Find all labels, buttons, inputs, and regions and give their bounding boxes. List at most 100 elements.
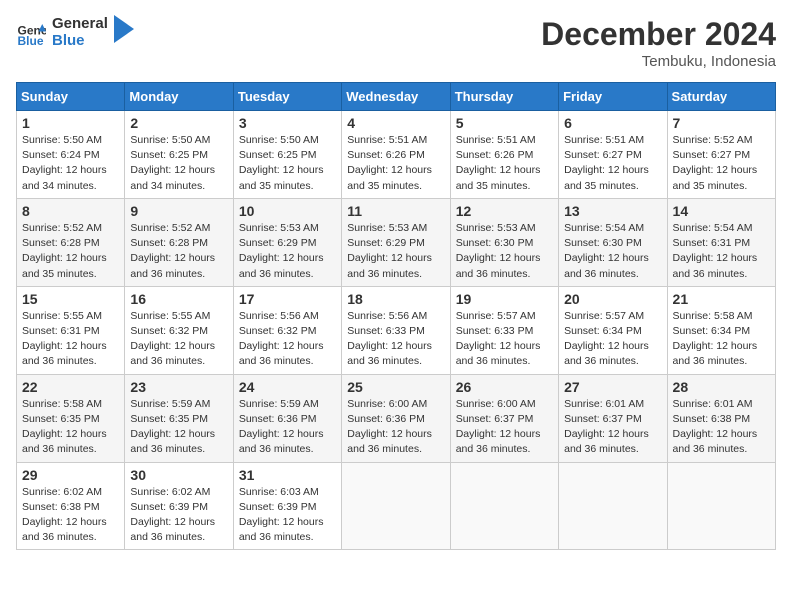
sunrise-label: Sunrise: 5:50 AM <box>130 134 210 146</box>
day-cell-17: 17 Sunrise: 5:56 AM Sunset: 6:32 PM Dayl… <box>233 286 341 374</box>
empty-cell <box>342 462 450 550</box>
day-cell-12: 12 Sunrise: 5:53 AM Sunset: 6:30 PM Dayl… <box>450 198 558 286</box>
sunrise-label: Sunrise: 5:59 AM <box>130 398 210 410</box>
sunrise-label: Sunrise: 5:52 AM <box>22 222 102 234</box>
sunrise-label: Sunrise: 5:56 AM <box>347 310 427 322</box>
daylight-label: Daylight: 12 hours and 36 minutes. <box>239 252 324 279</box>
svg-text:Blue: Blue <box>18 34 44 48</box>
day-content: Sunrise: 6:01 AM Sunset: 6:37 PM Dayligh… <box>564 397 661 458</box>
day-cell-10: 10 Sunrise: 5:53 AM Sunset: 6:29 PM Dayl… <box>233 198 341 286</box>
sunrise-label: Sunrise: 5:58 AM <box>673 310 753 322</box>
day-content: Sunrise: 5:56 AM Sunset: 6:33 PM Dayligh… <box>347 309 444 370</box>
day-content: Sunrise: 5:51 AM Sunset: 6:26 PM Dayligh… <box>456 133 553 194</box>
sunrise-label: Sunrise: 6:03 AM <box>239 486 319 498</box>
day-cell-4: 4 Sunrise: 5:51 AM Sunset: 6:26 PM Dayli… <box>342 111 450 199</box>
sunrise-label: Sunrise: 5:58 AM <box>22 398 102 410</box>
day-content: Sunrise: 5:59 AM Sunset: 6:35 PM Dayligh… <box>130 397 227 458</box>
day-content: Sunrise: 5:53 AM Sunset: 6:29 PM Dayligh… <box>239 221 336 282</box>
day-content: Sunrise: 6:01 AM Sunset: 6:38 PM Dayligh… <box>673 397 770 458</box>
day-cell-22: 22 Sunrise: 5:58 AM Sunset: 6:35 PM Dayl… <box>17 374 125 462</box>
day-cell-9: 9 Sunrise: 5:52 AM Sunset: 6:28 PM Dayli… <box>125 198 233 286</box>
day-cell-13: 13 Sunrise: 5:54 AM Sunset: 6:30 PM Dayl… <box>559 198 667 286</box>
day-cell-1: 1 Sunrise: 5:50 AM Sunset: 6:24 PM Dayli… <box>17 111 125 199</box>
day-number: 2 <box>130 115 227 131</box>
day-cell-24: 24 Sunrise: 5:59 AM Sunset: 6:36 PM Dayl… <box>233 374 341 462</box>
day-number: 20 <box>564 291 661 307</box>
sunrise-label: Sunrise: 5:54 AM <box>673 222 753 234</box>
sunset-label: Sunset: 6:26 PM <box>347 149 425 161</box>
daylight-label: Daylight: 12 hours and 36 minutes. <box>347 252 432 279</box>
sunrise-label: Sunrise: 5:52 AM <box>130 222 210 234</box>
day-cell-6: 6 Sunrise: 5:51 AM Sunset: 6:27 PM Dayli… <box>559 111 667 199</box>
daylight-label: Daylight: 12 hours and 36 minutes. <box>673 252 758 279</box>
sunset-label: Sunset: 6:27 PM <box>673 149 751 161</box>
day-content: Sunrise: 5:54 AM Sunset: 6:31 PM Dayligh… <box>673 221 770 282</box>
day-cell-15: 15 Sunrise: 5:55 AM Sunset: 6:31 PM Dayl… <box>17 286 125 374</box>
daylight-label: Daylight: 12 hours and 36 minutes. <box>22 428 107 455</box>
day-cell-18: 18 Sunrise: 5:56 AM Sunset: 6:33 PM Dayl… <box>342 286 450 374</box>
day-number: 24 <box>239 379 336 395</box>
sunrise-label: Sunrise: 5:53 AM <box>239 222 319 234</box>
sunrise-label: Sunrise: 6:00 AM <box>347 398 427 410</box>
daylight-label: Daylight: 12 hours and 36 minutes. <box>239 428 324 455</box>
sunset-label: Sunset: 6:37 PM <box>564 413 642 425</box>
daylight-label: Daylight: 12 hours and 36 minutes. <box>456 252 541 279</box>
day-number: 18 <box>347 291 444 307</box>
day-content: Sunrise: 5:54 AM Sunset: 6:30 PM Dayligh… <box>564 221 661 282</box>
sunrise-label: Sunrise: 5:52 AM <box>673 134 753 146</box>
day-content: Sunrise: 6:02 AM Sunset: 6:39 PM Dayligh… <box>130 485 227 546</box>
sunset-label: Sunset: 6:27 PM <box>564 149 642 161</box>
day-number: 22 <box>22 379 119 395</box>
sunrise-label: Sunrise: 6:02 AM <box>130 486 210 498</box>
day-content: Sunrise: 5:52 AM Sunset: 6:28 PM Dayligh… <box>22 221 119 282</box>
day-content: Sunrise: 6:00 AM Sunset: 6:36 PM Dayligh… <box>347 397 444 458</box>
day-number: 15 <box>22 291 119 307</box>
sunrise-label: Sunrise: 5:55 AM <box>22 310 102 322</box>
day-content: Sunrise: 5:58 AM Sunset: 6:35 PM Dayligh… <box>22 397 119 458</box>
day-number: 5 <box>456 115 553 131</box>
sunrise-label: Sunrise: 5:56 AM <box>239 310 319 322</box>
day-number: 17 <box>239 291 336 307</box>
sunset-label: Sunset: 6:28 PM <box>130 237 208 249</box>
daylight-label: Daylight: 12 hours and 36 minutes. <box>456 340 541 367</box>
sunrise-label: Sunrise: 5:55 AM <box>130 310 210 322</box>
logo-blue: Blue <box>52 33 108 50</box>
header: General Blue General Blue December 2024 … <box>16 16 776 70</box>
day-content: Sunrise: 5:50 AM Sunset: 6:25 PM Dayligh… <box>130 133 227 194</box>
daylight-label: Daylight: 12 hours and 36 minutes. <box>347 428 432 455</box>
day-header-saturday: Saturday <box>667 83 775 111</box>
sunrise-label: Sunrise: 5:53 AM <box>456 222 536 234</box>
daylight-label: Daylight: 12 hours and 36 minutes. <box>130 516 215 543</box>
sunset-label: Sunset: 6:39 PM <box>130 501 208 513</box>
title-area: December 2024 Tembuku, Indonesia <box>541 16 776 70</box>
day-number: 14 <box>673 203 770 219</box>
day-number: 23 <box>130 379 227 395</box>
day-cell-8: 8 Sunrise: 5:52 AM Sunset: 6:28 PM Dayli… <box>17 198 125 286</box>
day-number: 7 <box>673 115 770 131</box>
day-cell-23: 23 Sunrise: 5:59 AM Sunset: 6:35 PM Dayl… <box>125 374 233 462</box>
sunrise-label: Sunrise: 5:51 AM <box>456 134 536 146</box>
day-cell-3: 3 Sunrise: 5:50 AM Sunset: 6:25 PM Dayli… <box>233 111 341 199</box>
sunrise-label: Sunrise: 5:54 AM <box>564 222 644 234</box>
location: Tembuku, Indonesia <box>541 53 776 70</box>
day-content: Sunrise: 5:55 AM Sunset: 6:31 PM Dayligh… <box>22 309 119 370</box>
daylight-label: Daylight: 12 hours and 36 minutes. <box>130 428 215 455</box>
week-row-4: 22 Sunrise: 5:58 AM Sunset: 6:35 PM Dayl… <box>17 374 776 462</box>
logo: General Blue General Blue <box>16 16 134 49</box>
sunrise-label: Sunrise: 5:51 AM <box>347 134 427 146</box>
week-row-1: 1 Sunrise: 5:50 AM Sunset: 6:24 PM Dayli… <box>17 111 776 199</box>
sunset-label: Sunset: 6:39 PM <box>239 501 317 513</box>
day-content: Sunrise: 5:52 AM Sunset: 6:27 PM Dayligh… <box>673 133 770 194</box>
sunset-label: Sunset: 6:29 PM <box>347 237 425 249</box>
sunrise-label: Sunrise: 5:50 AM <box>239 134 319 146</box>
day-cell-21: 21 Sunrise: 5:58 AM Sunset: 6:34 PM Dayl… <box>667 286 775 374</box>
sunset-label: Sunset: 6:33 PM <box>456 325 534 337</box>
day-number: 26 <box>456 379 553 395</box>
daylight-label: Daylight: 12 hours and 36 minutes. <box>564 252 649 279</box>
month-title: December 2024 <box>541 16 776 53</box>
day-cell-16: 16 Sunrise: 5:55 AM Sunset: 6:32 PM Dayl… <box>125 286 233 374</box>
daylight-label: Daylight: 12 hours and 36 minutes. <box>456 428 541 455</box>
daylight-label: Daylight: 12 hours and 36 minutes. <box>564 428 649 455</box>
empty-cell <box>667 462 775 550</box>
day-cell-7: 7 Sunrise: 5:52 AM Sunset: 6:27 PM Dayli… <box>667 111 775 199</box>
